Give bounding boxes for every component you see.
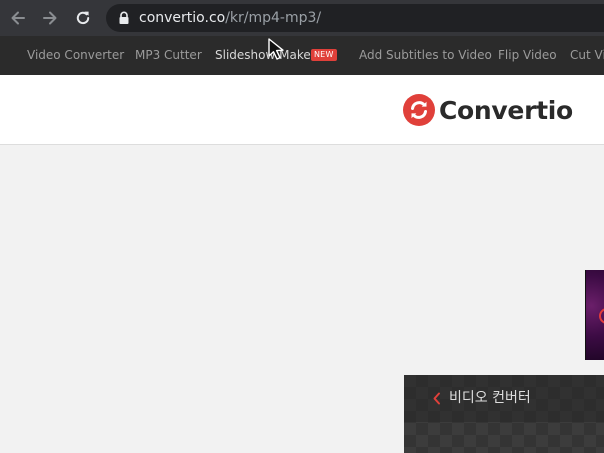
panel-title: 비디오 컨버터 [449, 390, 531, 406]
convertio-logo-icon [403, 94, 435, 126]
url-path: /kr/mp4-mp3/ [225, 10, 322, 26]
converter-panel: 비디오 컨버터 [404, 375, 604, 453]
video-thumbnail[interactable] [585, 270, 604, 360]
forward-arrow-icon [43, 11, 57, 25]
back-button[interactable] [7, 7, 29, 29]
back-arrow-icon [11, 11, 25, 25]
thumbnail-logo-mark [599, 308, 604, 324]
url-host: convertio.co [139, 10, 226, 26]
address-bar[interactable]: convertio.co/kr/mp4-mp3/ [106, 4, 604, 32]
tool-slideshow-maker[interactable]: Slideshow Maker [215, 48, 316, 63]
forward-button[interactable] [39, 7, 61, 29]
panel-header[interactable]: 비디오 컨버터 [404, 375, 604, 422]
tool-mp3-cutter[interactable]: MP3 Cutter [135, 48, 202, 63]
tool-flip-video[interactable]: Flip Video [498, 48, 557, 63]
lock-icon [119, 11, 129, 24]
reload-button[interactable] [72, 7, 94, 29]
mouse-cursor-icon [268, 38, 284, 60]
tool-cut-video[interactable]: Cut Vid [570, 48, 604, 63]
chevron-left-icon [433, 392, 440, 405]
reload-icon [76, 11, 90, 25]
new-badge: NEW [311, 49, 337, 61]
logo-link[interactable]: Convertio [403, 94, 573, 126]
tool-add-subtitles[interactable]: Add Subtitles to Video [359, 48, 492, 63]
browser-toolbar: convertio.co/kr/mp4-mp3/ [0, 0, 604, 36]
logo-text: Convertio [439, 95, 573, 125]
site-header: Convertio [0, 75, 604, 145]
url-text: convertio.co/kr/mp4-mp3/ [139, 10, 321, 26]
tool-video-converter[interactable]: Video Converter [27, 48, 124, 63]
tools-bar: Video Converter MP3 Cutter Slideshow Mak… [0, 36, 604, 75]
